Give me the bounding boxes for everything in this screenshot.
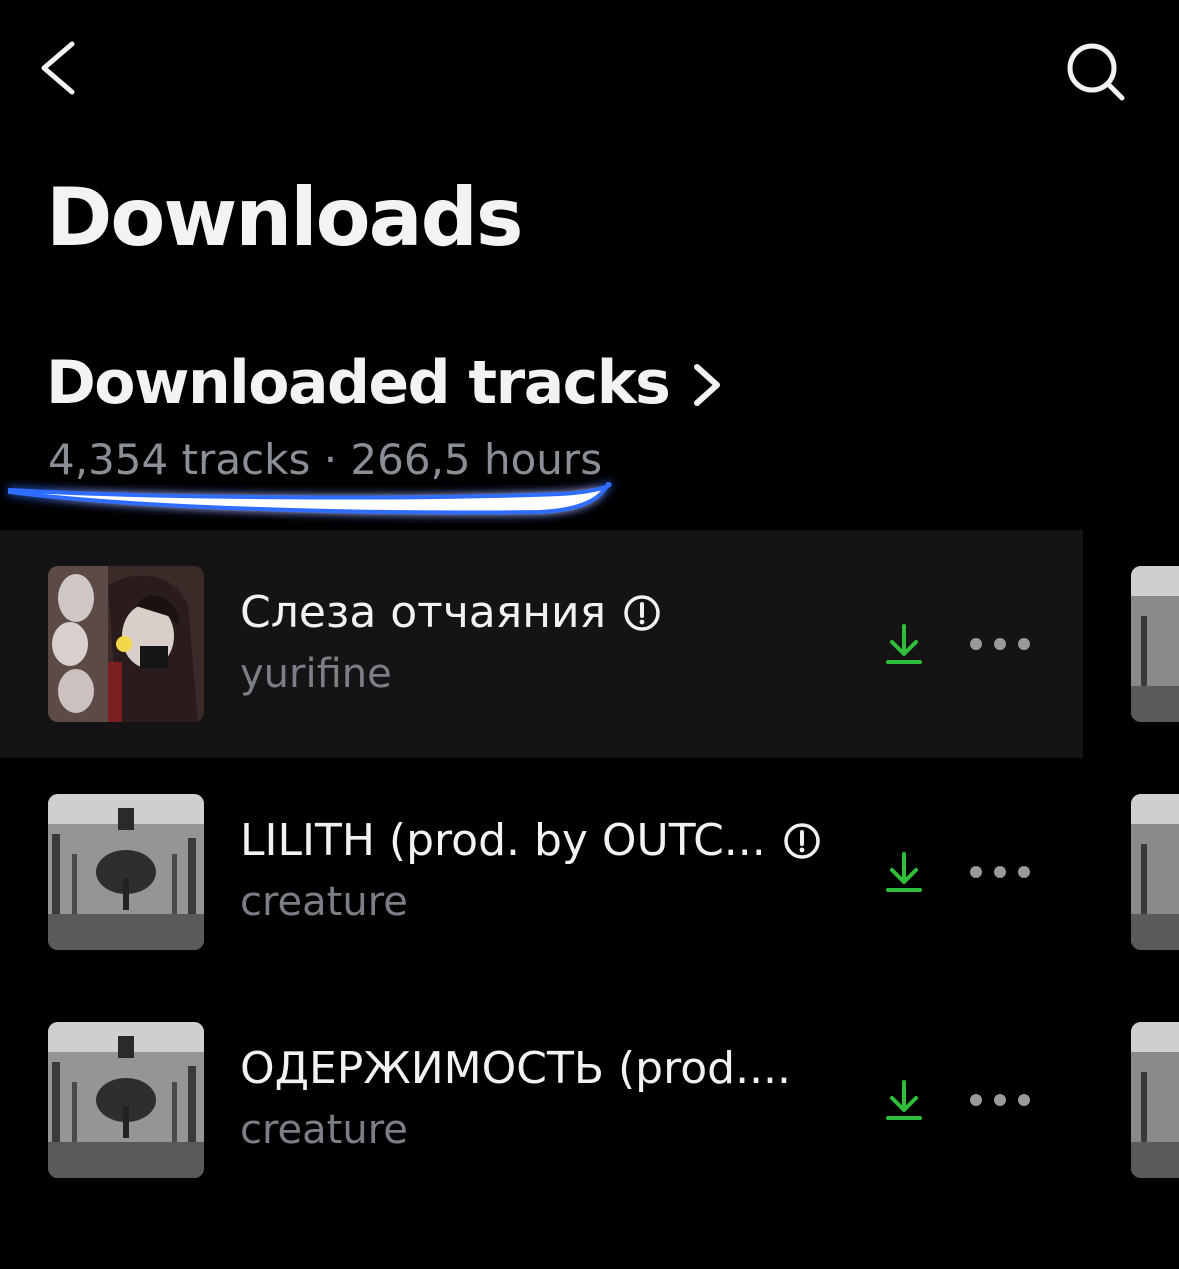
track-artist[interactable]: creature bbox=[240, 872, 840, 932]
album-cover bbox=[48, 1022, 204, 1178]
more-options-button[interactable] bbox=[962, 1076, 1038, 1124]
track-list: Слеза отчаяния yurifine LILITH (prod. by… bbox=[0, 530, 1179, 1214]
search-button[interactable] bbox=[1058, 34, 1134, 110]
track-title: ОДЕРЖИМОСТЬ (prod.... bbox=[240, 1043, 792, 1094]
page-title: Downloads bbox=[46, 171, 523, 264]
chevron-left-icon bbox=[41, 41, 75, 95]
track-info: ОДЕРЖИМОСТЬ (prod.... creature bbox=[240, 1038, 840, 1160]
downloaded-tracks-link[interactable]: Downloaded tracks bbox=[46, 345, 727, 421]
album-cover bbox=[48, 566, 204, 722]
track-artist[interactable]: yurifine bbox=[240, 644, 840, 704]
track-artist[interactable]: creature bbox=[240, 1100, 840, 1160]
next-column-cover[interactable] bbox=[1131, 1022, 1179, 1178]
track-title: LILITH (prod. by OUTC... bbox=[240, 815, 766, 866]
explicit-icon bbox=[784, 823, 820, 859]
next-column-cover[interactable] bbox=[1131, 794, 1179, 950]
more-options-button[interactable] bbox=[962, 848, 1038, 896]
downloaded-icon bbox=[886, 624, 922, 664]
track-row[interactable]: LILITH (prod. by OUTC... creature bbox=[0, 758, 1083, 986]
back-button[interactable] bbox=[30, 30, 90, 100]
track-row[interactable]: Слеза отчаяния yurifine bbox=[0, 530, 1083, 758]
downloaded-icon bbox=[886, 1080, 922, 1120]
track-title: Слеза отчаяния bbox=[240, 587, 607, 638]
track-row[interactable]: ОДЕРЖИМОСТЬ (prod.... creature bbox=[0, 986, 1083, 1214]
next-column-cover[interactable] bbox=[1131, 566, 1179, 722]
search-icon bbox=[1067, 43, 1125, 101]
chevron-right-icon bbox=[694, 364, 721, 406]
more-options-button[interactable] bbox=[962, 620, 1038, 668]
track-info: Слеза отчаяния yurifine bbox=[240, 582, 840, 704]
top-bar bbox=[0, 0, 1179, 140]
section-title: Downloaded tracks bbox=[46, 348, 671, 418]
downloaded-icon bbox=[886, 852, 922, 892]
track-info: LILITH (prod. by OUTC... creature bbox=[240, 810, 840, 932]
explicit-icon bbox=[624, 595, 660, 631]
album-cover bbox=[48, 794, 204, 950]
tracks-summary: 4,354 tracks · 266,5 hours bbox=[48, 435, 603, 484]
